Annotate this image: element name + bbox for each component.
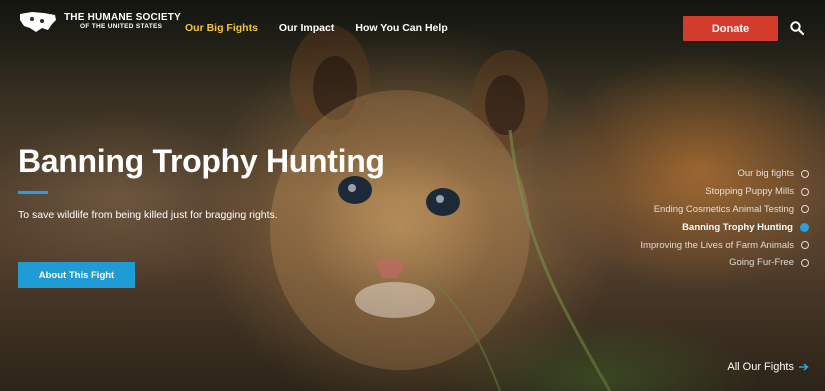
- sidenav-dot-icon: [801, 169, 809, 178]
- sidenav-item-our-big-fights[interactable]: Our big fights: [640, 165, 809, 183]
- all-our-fights-link[interactable]: All Our Fights: [727, 361, 809, 373]
- us-map-logo-icon: [20, 12, 56, 32]
- sidenav-dot-icon: [801, 205, 809, 214]
- sidenav-label: Banning Trophy Hunting: [682, 221, 793, 233]
- sidenav-dot-icon: [801, 241, 809, 250]
- page-subtitle: To save wildlife from being killed just …: [18, 209, 278, 221]
- hero-section: THE HUMANE SOCIETY OF THE UNITED STATES …: [0, 0, 825, 391]
- sidenav-item-banning-trophy-hunting[interactable]: Banning Trophy Hunting: [640, 218, 809, 236]
- fights-side-nav: Our big fights Stopping Puppy Mills Endi…: [640, 165, 809, 272]
- title-underline: [18, 191, 48, 194]
- site-header: THE HUMANE SOCIETY OF THE UNITED STATES …: [0, 0, 825, 56]
- main-nav: Our Big Fights Our Impact How You Can He…: [185, 22, 469, 34]
- donate-button[interactable]: Donate: [683, 16, 778, 41]
- arrow-right-icon: [799, 363, 809, 371]
- sidenav-label: Going Fur-Free: [729, 257, 794, 269]
- nav-our-impact[interactable]: Our Impact: [279, 22, 334, 34]
- sidenav-label: Our big fights: [737, 168, 795, 180]
- about-this-fight-button[interactable]: About This Fight: [18, 262, 135, 288]
- sidenav-dot-active-icon: [800, 222, 809, 232]
- sidenav-item-ending-cosmetics-testing[interactable]: Ending Cosmetics Animal Testing: [640, 201, 809, 219]
- brand-line2: OF THE UNITED STATES: [80, 22, 163, 30]
- sidenav-item-stopping-puppy-mills[interactable]: Stopping Puppy Mills: [640, 183, 809, 201]
- sidenav-label: Ending Cosmetics Animal Testing: [653, 203, 794, 215]
- logo-wordmark: THE HUMANE SOCIETY OF THE UNITED STATES: [64, 13, 181, 30]
- sidenav-item-going-fur-free[interactable]: Going Fur-Free: [640, 254, 809, 272]
- page-title: Banning Trophy Hunting: [18, 143, 385, 179]
- all-our-fights-label: All Our Fights: [727, 361, 794, 373]
- sidenav-dot-icon: [801, 187, 809, 196]
- sidenav-item-farm-animals[interactable]: Improving the Lives of Farm Animals: [640, 236, 809, 254]
- sidenav-dot-icon: [801, 258, 809, 267]
- site-logo[interactable]: THE HUMANE SOCIETY OF THE UNITED STATES: [18, 10, 181, 34]
- nav-how-you-can-help[interactable]: How You Can Help: [355, 22, 447, 34]
- sidenav-label: Stopping Puppy Mills: [705, 186, 794, 198]
- nav-our-big-fights[interactable]: Our Big Fights: [185, 22, 258, 34]
- search-icon[interactable]: [790, 21, 804, 35]
- sidenav-label: Improving the Lives of Farm Animals: [640, 239, 794, 251]
